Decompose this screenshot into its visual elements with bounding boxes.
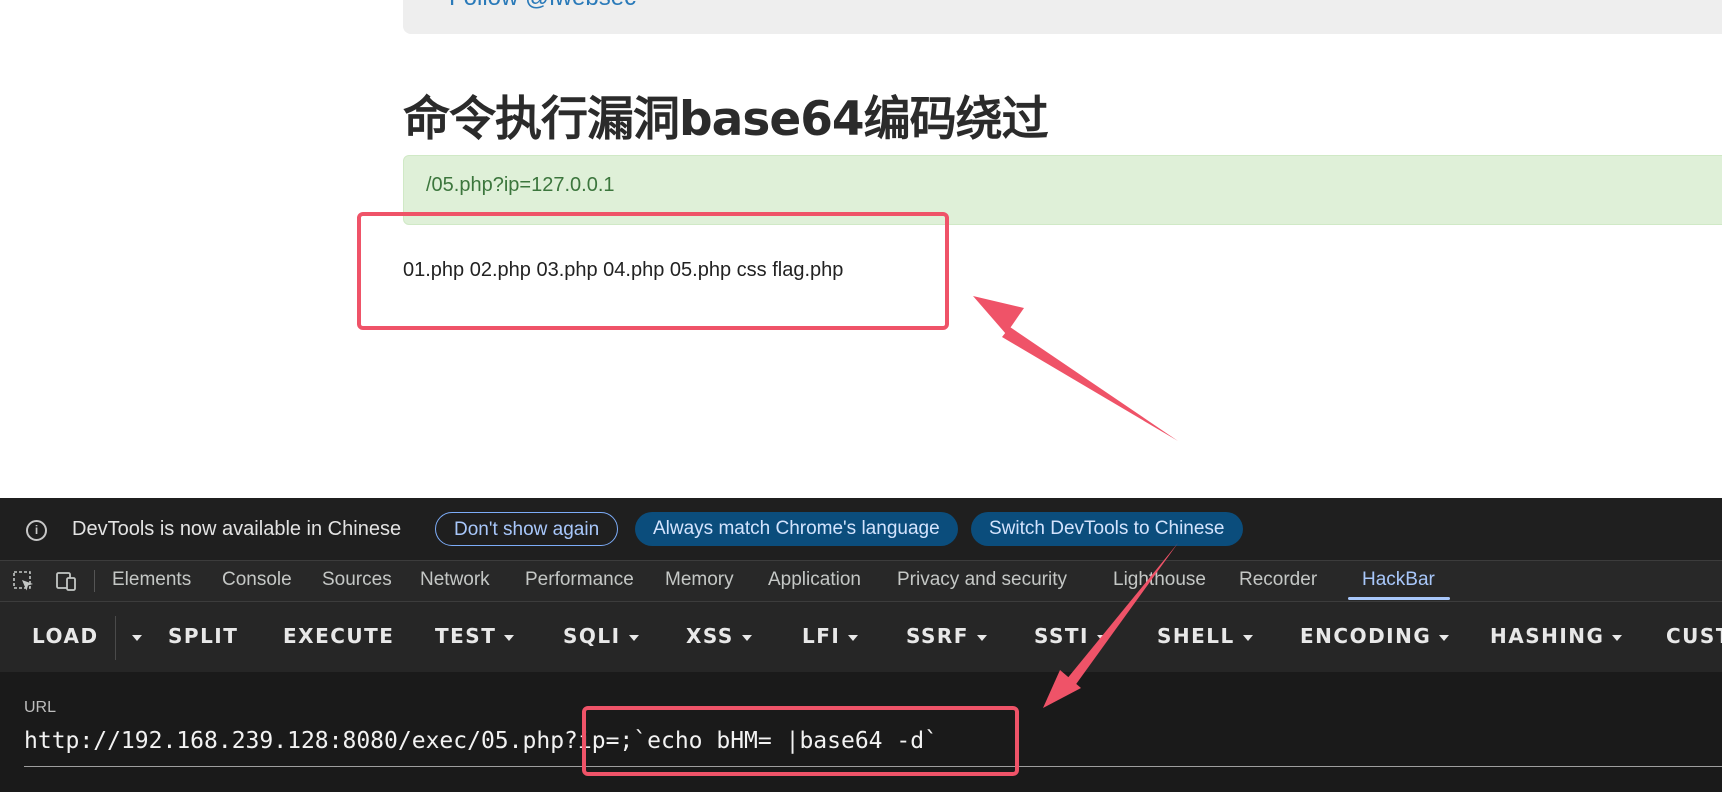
chevron-down-icon bbox=[132, 634, 142, 641]
load-button[interactable]: LOAD bbox=[32, 624, 99, 648]
follow-link[interactable]: Follow @lwebsec bbox=[449, 0, 636, 12]
dont-show-again-button[interactable]: Don't show again bbox=[435, 512, 619, 546]
xss-menu[interactable]: XSS bbox=[686, 624, 752, 648]
sqli-menu[interactable]: SQLI bbox=[563, 624, 639, 648]
test-menu[interactable]: TEST bbox=[435, 624, 515, 648]
annotation-box-output bbox=[357, 212, 949, 330]
hint-text: /05.php?ip=127.0.0.1 bbox=[426, 174, 615, 196]
tab-network[interactable]: Network bbox=[420, 569, 490, 591]
tab-hackbar[interactable]: HackBar bbox=[1362, 569, 1435, 591]
encoding-menu[interactable]: ENCODING bbox=[1300, 624, 1450, 648]
split-button[interactable]: SPLIT bbox=[168, 624, 238, 648]
tab-lighthouse[interactable]: Lighthouse bbox=[1113, 569, 1206, 591]
inspect-element-icon[interactable] bbox=[12, 570, 36, 592]
load-dropdown-toggle[interactable] bbox=[124, 624, 142, 648]
execute-button[interactable]: EXECUTE bbox=[283, 624, 394, 648]
device-toolbar-icon[interactable] bbox=[54, 570, 78, 592]
chevron-down-icon bbox=[741, 634, 752, 641]
always-match-language-button[interactable]: Always match Chrome's language bbox=[635, 512, 958, 546]
language-infobar: i DevTools is now available in Chinese D… bbox=[0, 498, 1722, 561]
tab-performance[interactable]: Performance bbox=[525, 569, 634, 591]
tab-console[interactable]: Console bbox=[222, 569, 292, 591]
hackbar-toolbar: LOAD SPLIT EXECUTE TEST SQLI XSS LFI SSR… bbox=[0, 602, 1722, 672]
chevron-down-icon bbox=[1612, 634, 1623, 641]
ssti-menu[interactable]: SSTI bbox=[1034, 624, 1107, 648]
devtools-tabbar: Elements Console Sources Network Perform… bbox=[0, 561, 1722, 602]
tab-sources[interactable]: Sources bbox=[322, 569, 392, 591]
chevron-down-icon bbox=[628, 634, 639, 641]
hashing-menu[interactable]: HASHING bbox=[1490, 624, 1623, 648]
tab-elements[interactable]: Elements bbox=[112, 569, 191, 591]
follow-box: Follow @lwebsec bbox=[403, 0, 1722, 34]
tab-application[interactable]: Application bbox=[768, 569, 861, 591]
shell-menu[interactable]: SHELL bbox=[1157, 624, 1253, 648]
chevron-down-icon bbox=[1439, 634, 1450, 641]
active-tab-indicator bbox=[1348, 597, 1450, 600]
toolbar-separator bbox=[115, 616, 116, 660]
custom-menu[interactable]: CUST bbox=[1666, 624, 1722, 648]
chevron-down-icon bbox=[1242, 634, 1253, 641]
ssrf-menu[interactable]: SSRF bbox=[906, 624, 987, 648]
tab-privacy-security[interactable]: Privacy and security bbox=[897, 569, 1067, 591]
tab-memory[interactable]: Memory bbox=[665, 569, 734, 591]
annotation-box-payload bbox=[582, 706, 1019, 776]
chevron-down-icon bbox=[976, 634, 987, 641]
chevron-down-icon bbox=[1097, 634, 1107, 641]
tab-recorder[interactable]: Recorder bbox=[1239, 569, 1317, 591]
infobar-message: DevTools is now available in Chinese bbox=[72, 518, 402, 540]
url-label: URL bbox=[24, 699, 57, 716]
lfi-menu[interactable]: LFI bbox=[802, 624, 859, 648]
info-icon: i bbox=[26, 520, 47, 541]
tab-separator bbox=[94, 570, 95, 592]
page-title: 命令执行漏洞base64编码绕过 bbox=[403, 92, 1049, 147]
chevron-down-icon bbox=[848, 634, 859, 641]
chevron-down-icon bbox=[504, 634, 515, 641]
web-page: Follow @lwebsec 命令执行漏洞base64编码绕过 /05.php… bbox=[0, 0, 1722, 498]
switch-to-chinese-button[interactable]: Switch DevTools to Chinese bbox=[971, 512, 1243, 546]
